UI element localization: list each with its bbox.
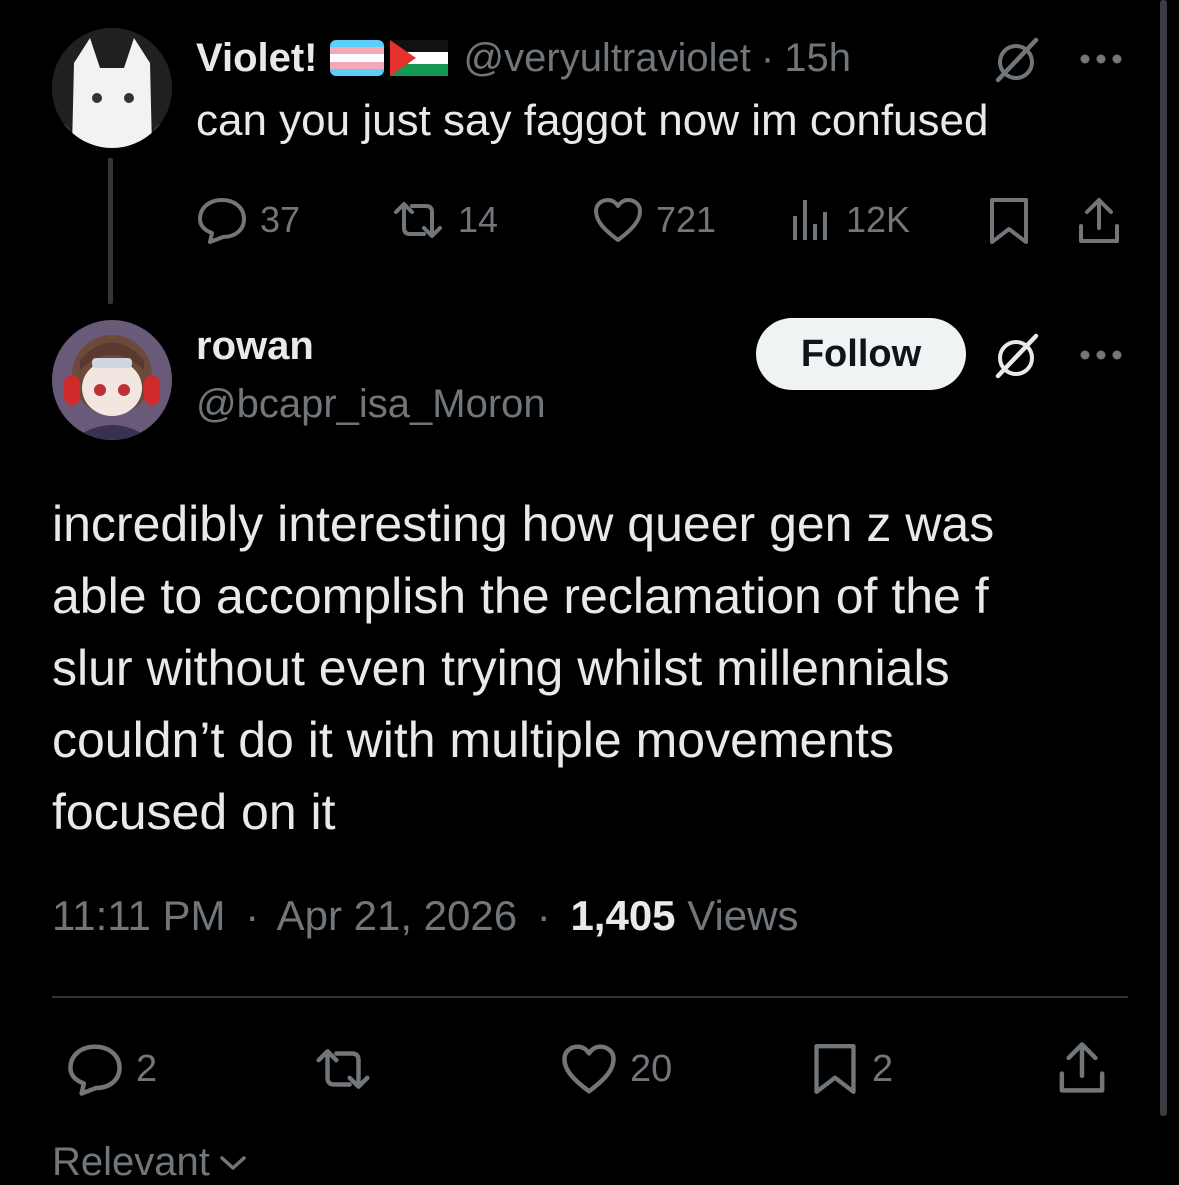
avatar[interactable] [52, 320, 172, 440]
more-options-icon[interactable] [1078, 348, 1124, 362]
views-chart-icon [790, 196, 834, 244]
tweet-text: can you just say faggot now im confused [196, 96, 989, 145]
reply-action[interactable]: 37 [196, 196, 300, 244]
tweet-text-line: able to accomplish the reclamation of th… [52, 568, 989, 624]
bookmark-count: 2 [872, 1047, 894, 1090]
separator: · [245, 892, 260, 939]
separator: · [760, 35, 775, 80]
tweet-meta: 11:11 PM · Apr 21, 2026 · 1,405 Views [52, 892, 799, 940]
grok-icon[interactable] [990, 34, 1042, 86]
sort-label: Relevant [52, 1140, 210, 1184]
chevron-down-icon [218, 1153, 248, 1173]
display-name[interactable]: rowan [196, 324, 314, 369]
bookmark-icon [810, 1040, 860, 1098]
thread-line [108, 158, 113, 304]
share-icon[interactable] [1056, 1040, 1108, 1096]
handle[interactable]: @veryultraviolet [464, 36, 751, 81]
scrollbar[interactable] [1160, 0, 1167, 1116]
reply-icon [66, 1042, 124, 1096]
avatar[interactable] [52, 28, 172, 148]
tweet-body: incredibly interesting how queer gen z w… [52, 488, 994, 848]
sort-dropdown[interactable]: Relevant [52, 1140, 248, 1185]
like-action[interactable]: 721 [592, 196, 716, 244]
tweet-text-line: couldn’t do it with multiple movements [52, 712, 895, 768]
separator: · [536, 892, 551, 939]
reply-icon [196, 196, 248, 244]
like-count: 20 [630, 1047, 673, 1090]
bookmark-icon[interactable] [986, 196, 1032, 246]
heart-icon [560, 1042, 618, 1096]
reply-count: 37 [260, 199, 301, 240]
timestamp[interactable]: 15h [784, 36, 851, 81]
views-count[interactable]: 1,405 [570, 892, 675, 939]
repost-count: 14 [458, 199, 499, 240]
cat-avatar-icon [52, 28, 172, 148]
views-action[interactable]: 12K [790, 196, 910, 244]
views-label: Views [687, 892, 799, 939]
repost-action[interactable]: 14 [390, 196, 498, 244]
grok-icon[interactable] [990, 330, 1042, 382]
tweet-text-line: incredibly interesting how queer gen z w… [52, 496, 995, 552]
tweet-text-line: slur without even trying whilst millenni… [52, 640, 950, 696]
bookmark-action[interactable]: 2 [810, 1040, 893, 1098]
anime-character-avatar-icon [52, 320, 172, 440]
display-name[interactable]: Violet! [196, 36, 318, 81]
palestine-flag-icon [389, 40, 448, 76]
trans-flag-icon [329, 40, 384, 76]
follow-button[interactable]: Follow [756, 318, 966, 390]
repost-icon [390, 196, 446, 244]
tweet-text-line: focused on it [52, 784, 336, 840]
share-icon[interactable] [1076, 196, 1122, 246]
reply-count: 2 [136, 1047, 158, 1090]
handle[interactable]: @bcapr_isa_Moron [196, 382, 546, 427]
reply-action[interactable]: 2 [66, 1042, 157, 1096]
heart-icon [592, 196, 644, 244]
tweet-time[interactable]: 11:11 PM [52, 892, 226, 939]
tweet-date[interactable]: Apr 21, 2026 [277, 892, 518, 939]
like-count: 721 [656, 199, 717, 240]
divider [52, 996, 1128, 998]
repost-icon[interactable] [312, 1042, 374, 1096]
more-options-icon[interactable] [1078, 52, 1124, 66]
views-count: 12K [846, 199, 911, 240]
like-action[interactable]: 20 [560, 1042, 672, 1096]
